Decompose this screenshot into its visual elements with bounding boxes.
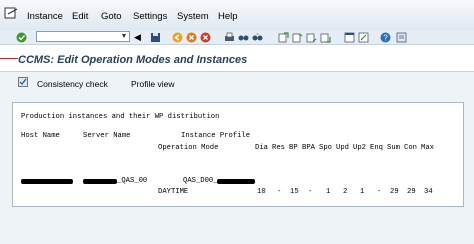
redacted-host-name <box>21 179 73 184</box>
page-title: CCMS: Edit Operation Modes and Instances <box>18 54 248 66</box>
save-icon[interactable] <box>150 32 161 43</box>
column-host-name: Host Name <box>21 132 60 140</box>
sap-menu-icon[interactable] <box>4 7 18 20</box>
title-bar: CCMS: Edit Operation Modes and Instances <box>0 45 474 72</box>
menu-bar: Instance Edit Goto Settings System Help <box>0 0 474 31</box>
wp-header-dia: Dia <box>255 144 268 152</box>
create-session-icon[interactable] <box>344 32 355 43</box>
list-heading: Production instances and their WP distri… <box>21 113 220 121</box>
wp-value-sum: 29 <box>390 188 399 196</box>
first-page-icon[interactable] <box>278 32 289 43</box>
wp-value-max: 34 <box>424 188 433 196</box>
menu-help[interactable]: Help <box>218 11 238 22</box>
find-icon[interactable] <box>238 32 249 43</box>
menu-instance[interactable]: Instance <box>27 11 63 22</box>
menu-goto[interactable]: Goto <box>101 11 122 22</box>
wp-header-bp: BP <box>289 144 298 152</box>
wp-value-con: 29 <box>407 188 416 196</box>
wp-value-res: - <box>277 188 282 196</box>
wp-header-max: Max <box>421 144 434 152</box>
last-page-icon[interactable] <box>320 32 331 43</box>
wp-header-res: Res <box>272 144 285 152</box>
wp-header-up2: Up2 <box>353 144 366 152</box>
wp-header-bpa: BPA <box>302 144 315 152</box>
consistency-check-icon[interactable] <box>18 77 28 87</box>
enter-icon[interactable] <box>16 32 27 43</box>
find-next-icon[interactable] <box>252 32 263 43</box>
wp-distribution-panel: Production instances and their WP distri… <box>12 102 464 207</box>
command-field[interactable]: ▼ <box>36 31 130 42</box>
status-area <box>0 214 474 244</box>
title-accent-line <box>0 58 18 59</box>
previous-page-icon[interactable]: ◀ <box>134 32 145 43</box>
column-operation-mode: Operation Mode <box>158 144 219 152</box>
wp-header-sum: Sum <box>387 144 400 152</box>
wp-value-upd: 2 <box>343 188 348 196</box>
instance-profile-name[interactable]: QAS_D00_ <box>183 177 218 185</box>
shortcut-icon[interactable] <box>358 32 369 43</box>
help-icon[interactable]: ? <box>380 32 391 43</box>
wp-header-con: Con <box>404 144 417 152</box>
wp-header-upd: Upd <box>336 144 349 152</box>
svg-text:?: ? <box>383 34 388 43</box>
wp-value-bp: 15 <box>290 188 299 196</box>
standard-toolbar: ▼ ◀ ? <box>0 30 474 45</box>
wp-value-enq: - <box>377 188 382 196</box>
chevron-down-icon[interactable]: ▼ <box>120 33 128 41</box>
column-server-name: Server Name <box>83 132 131 140</box>
redacted-server-name <box>83 179 117 184</box>
column-instance-profile: Instance Profile <box>181 132 251 140</box>
layout-menu-icon[interactable] <box>396 32 407 43</box>
menu-system[interactable]: System <box>177 11 209 22</box>
exit-icon[interactable] <box>186 32 197 43</box>
previous-page-icon[interactable] <box>292 32 303 43</box>
cancel-icon[interactable] <box>200 32 211 43</box>
wp-value-spo: 1 <box>326 188 331 196</box>
print-icon[interactable] <box>224 32 235 43</box>
wp-header-spo: Spo <box>319 144 332 152</box>
operation-mode-value: DAYTIME <box>158 188 189 196</box>
wp-value-up2: 1 <box>360 188 365 196</box>
profile-view-button[interactable]: Profile view <box>131 79 174 89</box>
back-icon[interactable] <box>172 32 183 43</box>
next-page-icon[interactable] <box>306 32 317 43</box>
wp-value-dia: 10 <box>257 188 266 196</box>
wp-header-enq: Enq <box>370 144 383 152</box>
server-name-suffix[interactable]: _QAS_00 <box>117 177 147 185</box>
wp-value-bpa: - <box>308 188 313 196</box>
redacted-instance-profile <box>217 179 255 184</box>
menu-settings[interactable]: Settings <box>133 11 167 22</box>
consistency-check-button[interactable]: Consistency check <box>37 79 108 89</box>
menu-edit[interactable]: Edit <box>72 11 88 22</box>
